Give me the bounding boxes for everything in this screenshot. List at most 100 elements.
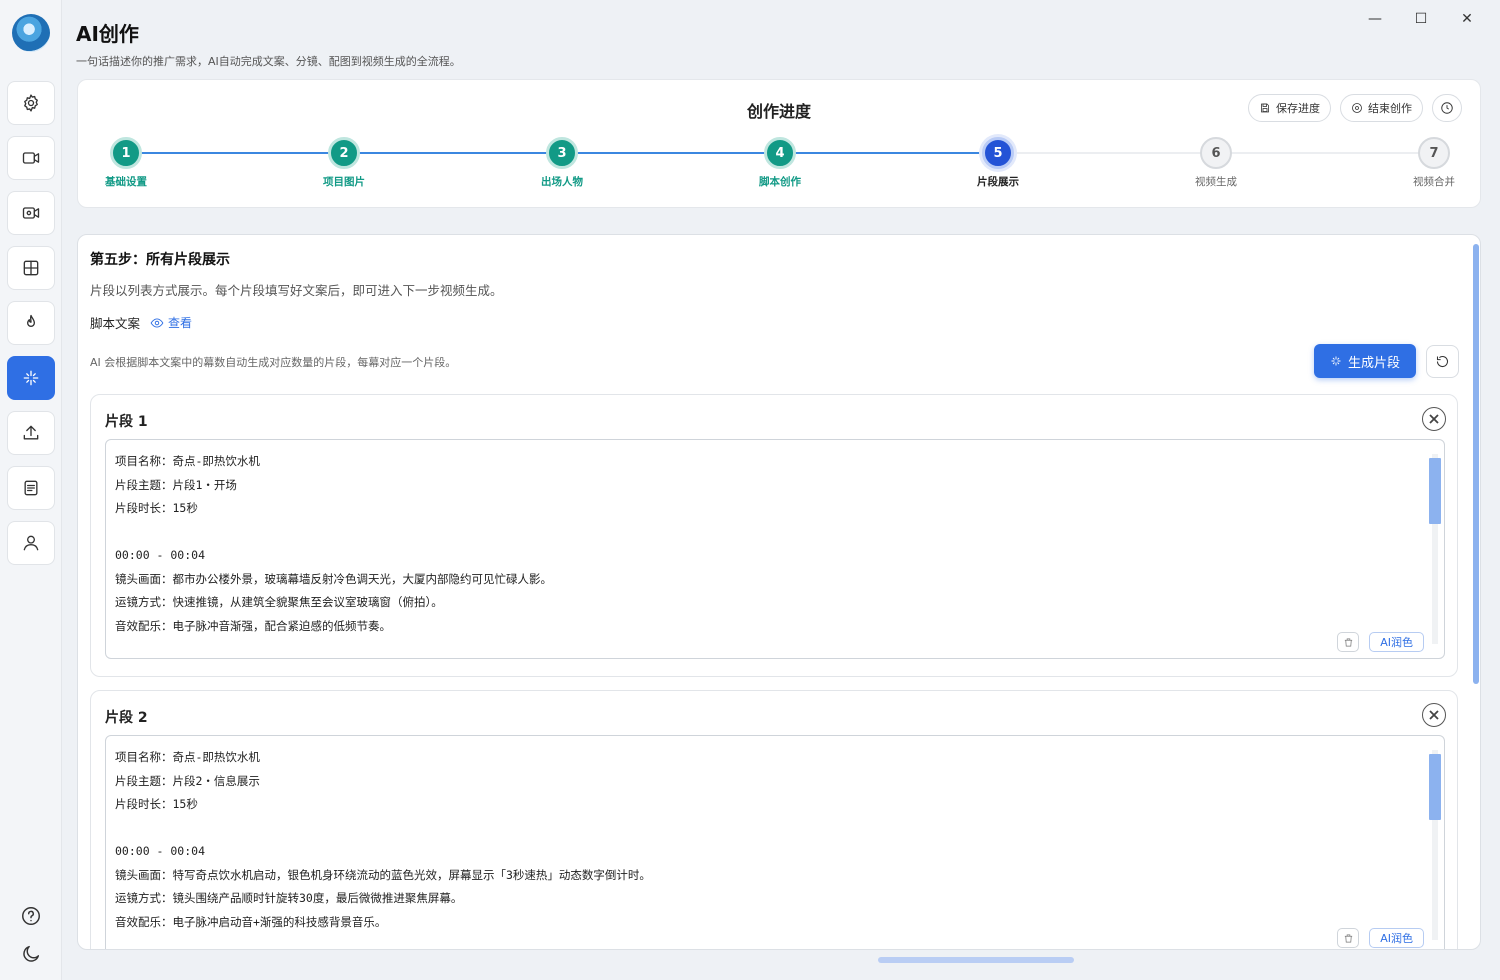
- trash-icon: [1344, 933, 1352, 943]
- segment-scrollbar[interactable]: [1429, 740, 1441, 949]
- grid-icon: [23, 260, 39, 276]
- ai-polish-button[interactable]: AI润色: [1369, 632, 1424, 652]
- step-label: 项目图片: [323, 176, 365, 188]
- history-button[interactable]: [1432, 94, 1462, 122]
- segment-line: 运镜方式：镜头围绕产品顺时针旋转30度，最后微微推进聚焦屏幕。: [115, 891, 463, 905]
- step-6[interactable]: 6 视频生成: [1176, 137, 1256, 189]
- step-number: 6: [1200, 137, 1232, 169]
- save-progress-label: 保存进度: [1276, 102, 1320, 115]
- sidebar-item-upload[interactable]: [7, 411, 55, 455]
- scroll-thumb[interactable]: [1429, 754, 1441, 820]
- segment-card: 片段 1 项目名称：奇点-即热饮水机 片段主题：片段1・开场 片段时长：15秒 …: [90, 394, 1458, 677]
- segment-title: 片段 2: [105, 710, 148, 726]
- segment-line: 项目名称：奇点-即热饮水机: [115, 454, 260, 468]
- save-progress-button[interactable]: 保存进度: [1248, 94, 1331, 122]
- close-window-button[interactable]: ✕: [1444, 8, 1490, 30]
- segment-line: 片段主题：片段2・信息展示: [115, 773, 260, 788]
- save-icon: [1261, 103, 1269, 113]
- sidebar-item-video[interactable]: [7, 136, 55, 180]
- view-script-link[interactable]: 查看: [150, 314, 192, 331]
- trash-icon: [1344, 637, 1352, 647]
- remove-segment-button[interactable]: [1422, 407, 1446, 431]
- view-label: 查看: [168, 316, 193, 330]
- sidebar-item-settings[interactable]: [7, 81, 55, 125]
- segment-tools: AI润色: [1337, 928, 1424, 948]
- step-4[interactable]: 4 脚本创作: [740, 137, 820, 189]
- step-number: 2: [328, 137, 360, 169]
- sidebar-item-profile[interactable]: [7, 521, 55, 565]
- step-heading: 第五步：所有片段展示: [90, 252, 230, 268]
- step-number: 5: [982, 137, 1014, 169]
- step-7[interactable]: 7 视频合并: [1394, 137, 1474, 189]
- step-number: 1: [110, 137, 142, 169]
- refresh-button[interactable]: [1426, 345, 1459, 378]
- sidebar-item-hot[interactable]: [7, 301, 55, 345]
- step-label: 出场人物: [541, 176, 583, 188]
- sidebar-item-ai-create[interactable]: [7, 356, 55, 400]
- panel-scroll-thumb[interactable]: [1473, 244, 1479, 684]
- scroll-thumb[interactable]: [1429, 458, 1441, 524]
- segment-text: 项目名称：奇点-即热饮水机 片段主题：片段2・信息展示 片段时长：15秒 00:…: [115, 746, 651, 934]
- generate-label: 生成片段: [1347, 355, 1400, 371]
- sidebar-item-grid[interactable]: [7, 246, 55, 290]
- segment-line: 片段时长：15秒: [115, 501, 198, 515]
- sidebar: [0, 0, 62, 980]
- segment-line: 镜头画面：特写奇点饮水机启动，银色机身环绕流动的蓝色光效，屏幕显示「3秒速热」动…: [115, 867, 651, 882]
- theme-toggle-button[interactable]: [16, 939, 46, 969]
- segment-tools: AI润色: [1337, 632, 1424, 652]
- end-creation-label: 结束创作: [1368, 102, 1412, 115]
- clock-icon: [1441, 102, 1453, 114]
- generate-segments-button[interactable]: 生成片段: [1314, 344, 1416, 378]
- sparkle-icon: [1331, 356, 1341, 366]
- segment-line: [115, 521, 552, 545]
- step-5[interactable]: 5 片段展示: [958, 137, 1038, 189]
- page-title: AI创作: [76, 22, 139, 46]
- window-controls: — ☐ ✕: [1352, 8, 1490, 30]
- horizontal-scrollbar[interactable]: [878, 957, 1074, 963]
- step-3[interactable]: 3 出场人物: [522, 137, 602, 189]
- segment-text-area[interactable]: 项目名称：奇点-即热饮水机 片段主题：片段2・信息展示 片段时长：15秒 00:…: [105, 735, 1445, 949]
- step-label: 片段展示: [977, 176, 1019, 188]
- step-1[interactable]: 1 基础设置: [86, 137, 166, 189]
- video-record-icon: [22, 207, 40, 219]
- progress-actions: 保存进度 结束创作: [1248, 94, 1462, 122]
- step-label: 脚本创作: [759, 176, 801, 188]
- segment-line: [115, 817, 651, 841]
- segment-title: 片段 1: [105, 414, 148, 430]
- delete-text-button[interactable]: [1337, 928, 1360, 948]
- script-label: 脚本文案: [90, 316, 141, 331]
- stop-circle-icon: [1352, 103, 1362, 113]
- segment-line: 运镜方式：快速推镜，从建筑全貌聚焦至会议室玻璃窗（俯拍）。: [115, 595, 443, 609]
- segment-text-area[interactable]: 项目名称：奇点-即热饮水机 片段主题：片段1・开场 片段时长：15秒 00:00…: [105, 439, 1445, 659]
- script-row: 脚本文案 查看: [90, 313, 192, 332]
- upload-icon: [23, 425, 39, 440]
- sparkle-icon: [23, 370, 39, 386]
- ai-polish-button[interactable]: AI润色: [1369, 928, 1424, 948]
- step-number: 3: [546, 137, 578, 169]
- step-label: 视频合并: [1413, 176, 1455, 188]
- help-icon: [22, 907, 40, 925]
- sidebar-item-video-record[interactable]: [7, 191, 55, 235]
- step-number: 7: [1418, 137, 1450, 169]
- segment-line: 00:00 - 00:04: [115, 548, 206, 562]
- moon-icon: [23, 945, 40, 962]
- gear-icon: [24, 94, 38, 112]
- progress-card: 创作进度 保存进度 结束创作 1 基础设置 2 项目图片 3 出场人物 4 脚本…: [77, 79, 1481, 208]
- panel-scrollbar[interactable]: [1472, 236, 1480, 948]
- remove-segment-button[interactable]: [1422, 703, 1446, 727]
- close-icon: [1429, 710, 1439, 720]
- segment-line: 镜头画面：都市办公楼外景，玻璃幕墙反射冷色调天光，大厦内部隐约可见忙碌人影。: [115, 571, 552, 586]
- segment-scrollbar[interactable]: [1429, 444, 1441, 654]
- minimize-button[interactable]: —: [1352, 8, 1398, 30]
- end-creation-button[interactable]: 结束创作: [1340, 94, 1423, 122]
- generation-hint: AI 会根据脚本文案中的幕数自动生成对应数量的片段，每幕对应一个片段。: [90, 356, 457, 369]
- help-button[interactable]: [16, 901, 46, 931]
- refresh-icon: [1436, 356, 1449, 368]
- maximize-button[interactable]: ☐: [1398, 8, 1444, 30]
- segment-line: 音效配乐：电子脉冲启动音+渐强的科技感背景音乐。: [115, 914, 387, 929]
- segment-line: 项目名称：奇点-即热饮水机: [115, 750, 260, 764]
- segment-line: 片段主题：片段1・开场: [115, 477, 237, 492]
- sidebar-item-documents[interactable]: [7, 466, 55, 510]
- step-2[interactable]: 2 项目图片: [304, 137, 384, 189]
- delete-text-button[interactable]: [1337, 632, 1360, 652]
